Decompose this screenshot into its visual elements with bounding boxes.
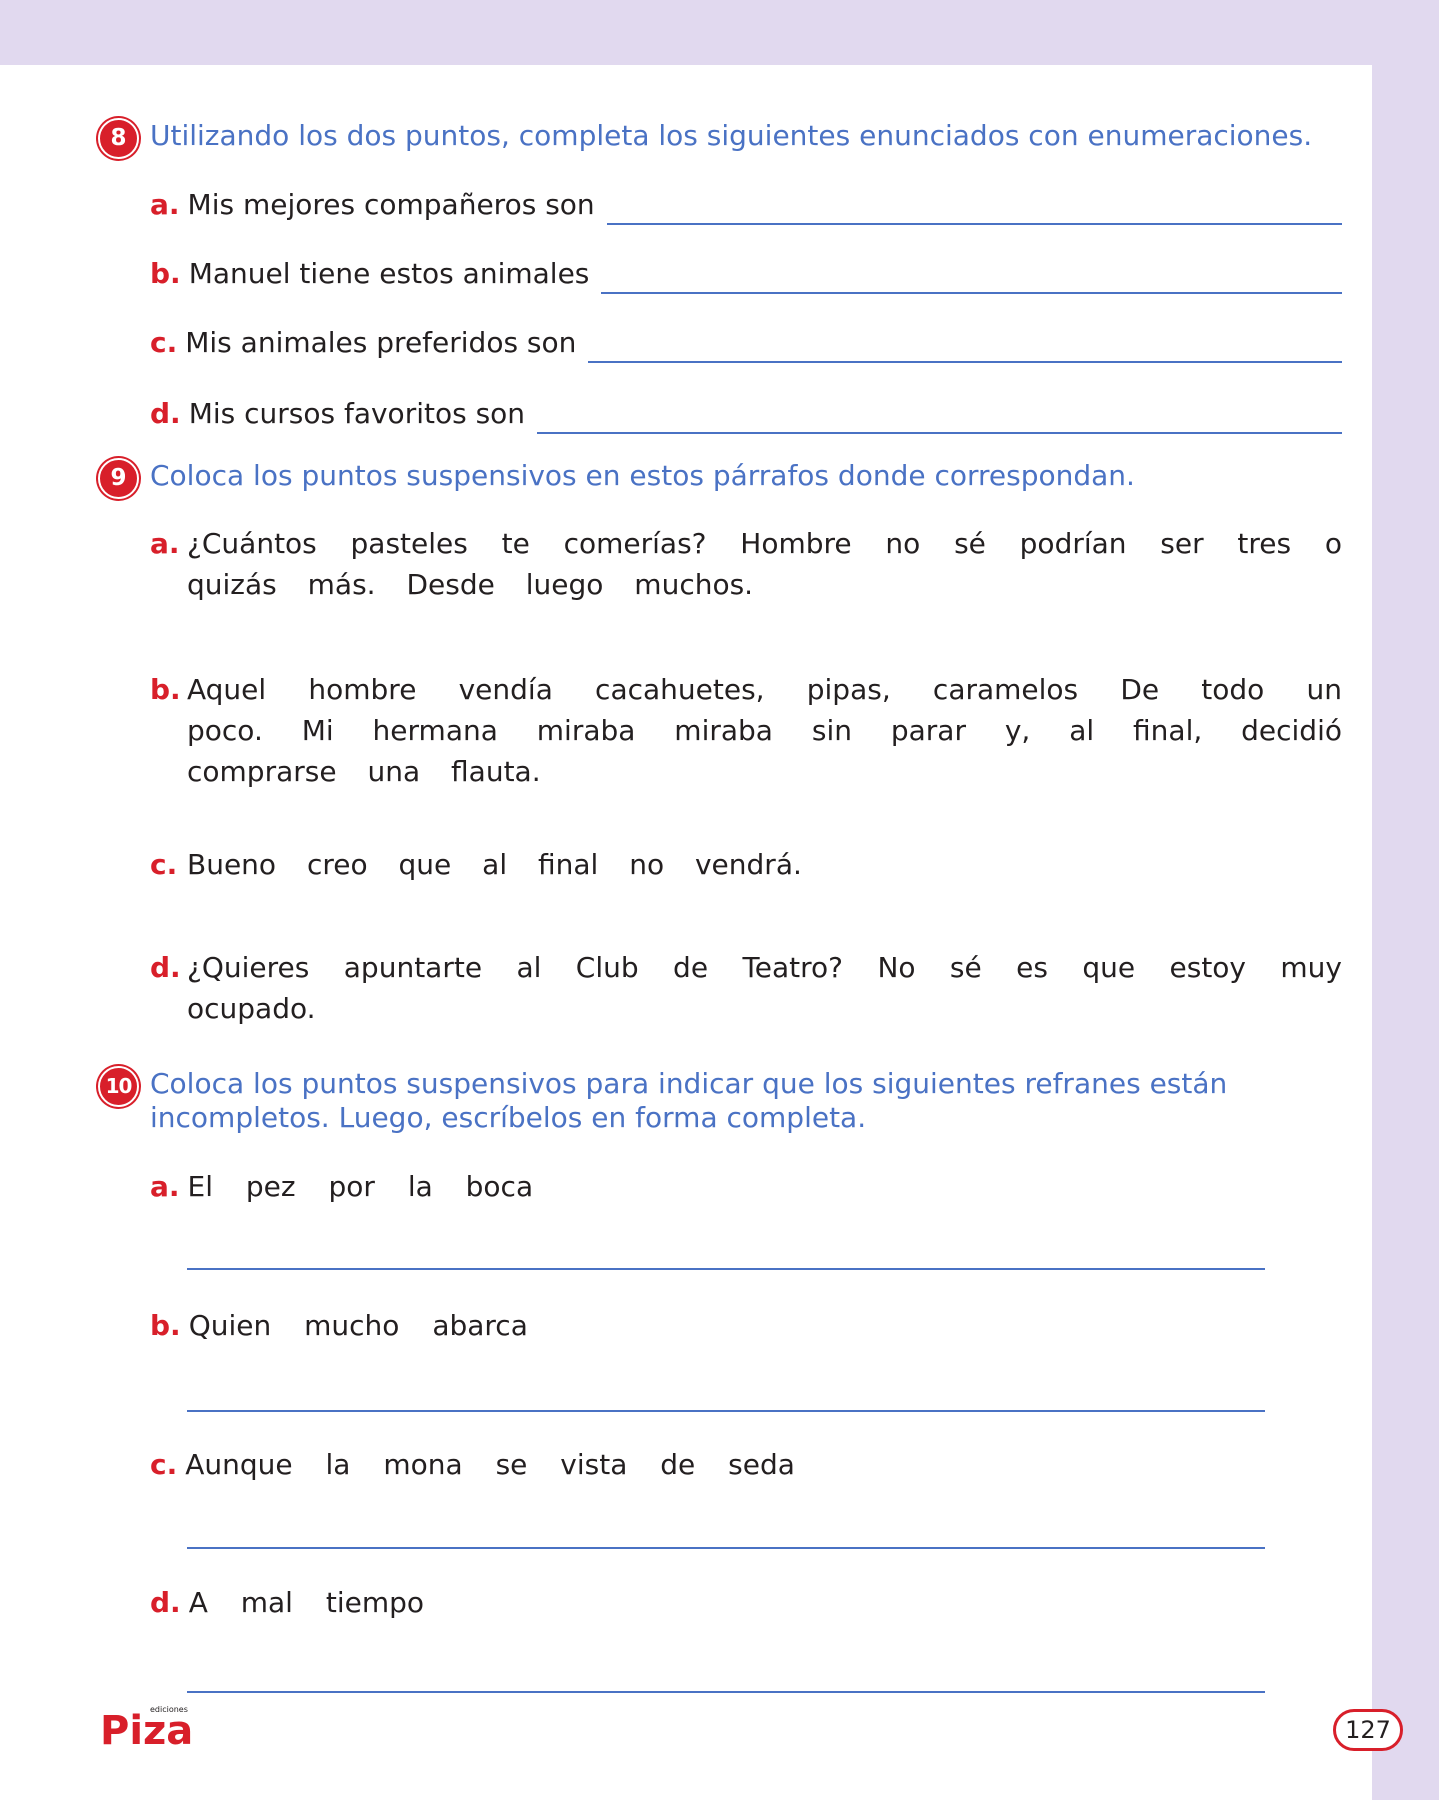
item-letter: b.	[150, 257, 181, 290]
answer-line[interactable]	[187, 1691, 1265, 1693]
publisher-logo: Piza ediciones	[100, 1702, 204, 1754]
q9-item-d: d. ¿Quieres apuntarte al Club de Teatro?…	[150, 947, 1342, 1029]
question-10-title: Coloca los puntos suspensivos para indic…	[150, 1067, 1228, 1134]
item-text: Mis animales preferidos son	[185, 326, 577, 359]
question-8-number: 8	[98, 118, 139, 159]
item-text: Manuel tiene estos animales	[188, 257, 590, 290]
item-text: Bueno creo que al final no vendrá.	[187, 848, 802, 881]
item-text: Aunque la mona se vista de seda	[185, 1448, 795, 1481]
q9-item-a: a. ¿Cuántos pasteles te comerías? Hombre…	[150, 523, 1342, 605]
q10-item-d: d. A mal tiempo	[150, 1586, 424, 1620]
q8-item-c: c. Mis animales preferidos son	[150, 326, 1342, 363]
piza-logo-icon: Piza ediciones	[100, 1705, 193, 1754]
q10-item-c: c. Aunque la mona se vista de seda	[150, 1448, 795, 1482]
item-text: ¿Quieres apuntarte al Club de Teatro? No…	[187, 951, 1342, 1025]
question-9-number: 9	[98, 458, 139, 499]
item-letter: c.	[150, 326, 178, 359]
item-letter: a.	[150, 188, 180, 221]
q9-item-c: c. Bueno creo que al final no vendrá.	[150, 844, 1342, 885]
q8-item-d: d. Mis cursos favoritos son	[150, 397, 1342, 434]
item-letter: c.	[150, 848, 178, 881]
answer-line[interactable]	[187, 1547, 1265, 1549]
logo-wordmark: Piza	[100, 1708, 193, 1750]
logo-small-text: ediciones	[150, 1705, 188, 1714]
item-text: El pez por la boca	[187, 1170, 534, 1203]
right-band	[1372, 0, 1439, 1800]
answer-line[interactable]	[187, 1268, 1265, 1270]
answer-line[interactable]	[537, 432, 1342, 434]
page-number: 127	[1333, 1709, 1403, 1751]
item-text: Mis mejores compañeros son	[187, 188, 595, 221]
q8-item-b: b. Manuel tiene estos animales	[150, 257, 1342, 294]
item-letter: c.	[150, 1448, 178, 1481]
q9-item-b: b. Aquel hombre vendía cacahuetes, pipas…	[150, 669, 1342, 792]
question-8-title: Utilizando los dos puntos, completa los …	[150, 119, 1313, 152]
answer-line[interactable]	[588, 361, 1342, 363]
q10-item-a: a. El pez por la boca	[150, 1170, 533, 1204]
top-band	[0, 0, 1439, 65]
question-9-title: Coloca los puntos suspensivos en estos p…	[150, 459, 1135, 492]
item-letter: d.	[150, 397, 181, 430]
item-letter: b.	[150, 673, 181, 706]
item-text: Mis cursos favoritos son	[188, 397, 526, 430]
q8-item-a: a. Mis mejores compañeros son	[150, 188, 1342, 225]
item-letter: d.	[150, 951, 181, 984]
answer-line[interactable]	[187, 1410, 1265, 1412]
answer-line[interactable]	[606, 223, 1342, 225]
item-letter: a.	[150, 1170, 180, 1203]
q10-item-b: b. Quien mucho abarca	[150, 1309, 528, 1343]
item-text: ¿Cuántos pasteles te comerías? Hombre no…	[187, 527, 1342, 601]
item-letter: b.	[150, 1309, 181, 1342]
item-text: Quien mucho abarca	[188, 1309, 528, 1342]
answer-line[interactable]	[601, 292, 1342, 294]
item-text: Aquel hombre vendía cacahuetes, pipas, c…	[187, 673, 1342, 788]
question-10-number: 10	[98, 1066, 139, 1107]
item-text: A mal tiempo	[188, 1586, 425, 1619]
item-letter: a.	[150, 527, 180, 560]
item-letter: d.	[150, 1586, 181, 1619]
